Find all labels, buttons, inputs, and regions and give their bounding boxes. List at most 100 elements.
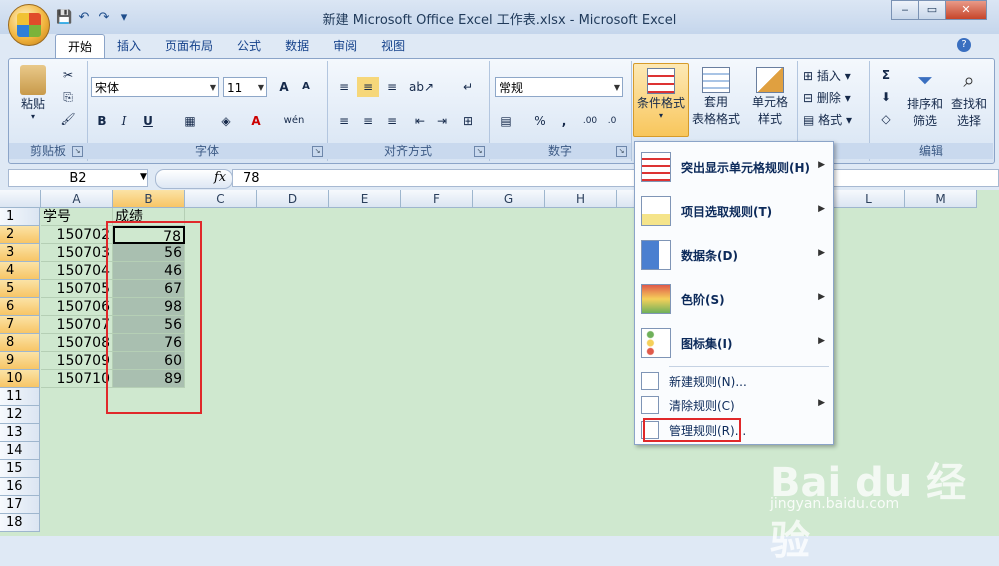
conditional-format-button[interactable]: 条件格式 ▾: [633, 63, 689, 137]
column-header[interactable]: C: [185, 190, 257, 208]
grow-font-button[interactable]: A: [273, 77, 295, 97]
row-header[interactable]: 14: [0, 442, 40, 460]
fill-icon[interactable]: ⬇: [875, 87, 897, 107]
tab-view[interactable]: 视图: [369, 34, 417, 58]
table-cell[interactable]: 150708: [41, 334, 113, 352]
column-header[interactable]: H: [545, 190, 617, 208]
tab-formulas[interactable]: 公式: [225, 34, 273, 58]
minimize-button[interactable]: ‒: [891, 0, 919, 20]
align-bottom-icon[interactable]: ≡: [381, 77, 403, 97]
row-header[interactable]: 16: [0, 478, 40, 496]
row-header[interactable]: 11: [0, 388, 40, 406]
increase-decimal-icon[interactable]: .00: [579, 111, 601, 131]
align-top-icon[interactable]: ≡: [333, 77, 355, 97]
help-icon[interactable]: ?: [957, 38, 971, 52]
name-box[interactable]: B2: [8, 169, 148, 187]
table-cell[interactable]: 150706: [41, 298, 113, 316]
align-center-icon[interactable]: ≡: [357, 111, 379, 131]
formula-input[interactable]: 78: [232, 169, 999, 187]
tab-review[interactable]: 审阅: [321, 34, 369, 58]
row-header[interactable]: 12: [0, 406, 40, 424]
dialog-launcher-icon[interactable]: ↘: [72, 146, 83, 157]
column-header[interactable]: A: [41, 190, 113, 208]
row-header[interactable]: 8: [0, 334, 40, 352]
insert-function-button[interactable]: fx: [214, 170, 226, 185]
align-right-icon[interactable]: ≡: [381, 111, 403, 131]
insert-cells-button[interactable]: ⊞ 插入 ▾: [803, 67, 851, 84]
table-cell[interactable]: 150709: [41, 352, 113, 370]
row-header[interactable]: 6: [0, 298, 40, 316]
tab-home[interactable]: 开始: [55, 34, 106, 59]
row-header[interactable]: 5: [0, 280, 40, 298]
table-cell[interactable]: 150702: [41, 226, 113, 244]
cell-a1[interactable]: 学号: [41, 208, 113, 226]
delete-cells-button[interactable]: ⊟ 删除 ▾: [803, 89, 851, 106]
row-header[interactable]: 13: [0, 424, 40, 442]
column-header[interactable]: G: [473, 190, 545, 208]
decrease-indent-icon[interactable]: ⇤: [409, 111, 431, 131]
row-header[interactable]: 1: [0, 208, 40, 226]
accounting-format-icon[interactable]: ▤: [495, 111, 517, 131]
row-header[interactable]: 4: [0, 262, 40, 280]
table-cell[interactable]: 150703: [41, 244, 113, 262]
menu-item-data-bars[interactable]: 数据条(D) ▶: [635, 238, 833, 272]
office-button[interactable]: [8, 4, 50, 46]
menu-item-top-bottom-rules[interactable]: 项目选取规则(T) ▶: [635, 194, 833, 228]
dialog-launcher-icon[interactable]: ↘: [474, 146, 485, 157]
table-cell[interactable]: 150710: [41, 370, 113, 388]
menu-item-color-scales[interactable]: 色阶(S) ▶: [635, 282, 833, 316]
table-cell[interactable]: 150707: [41, 316, 113, 334]
font-name-select[interactable]: 宋体 ▼: [91, 77, 219, 97]
column-header[interactable]: M: [905, 190, 977, 208]
row-header[interactable]: 3: [0, 244, 40, 262]
column-header[interactable]: F: [401, 190, 473, 208]
find-select-button[interactable]: ⌕ 查找和 选择: [949, 65, 989, 129]
sort-filter-button[interactable]: ⏷ 排序和 筛选: [905, 65, 945, 129]
row-header[interactable]: 18: [0, 514, 40, 532]
increase-indent-icon[interactable]: ⇥: [431, 111, 453, 131]
dialog-launcher-icon[interactable]: ↘: [312, 146, 323, 157]
paste-button[interactable]: 粘贴 ▾: [15, 65, 51, 121]
copy-icon[interactable]: ⎘: [57, 87, 79, 107]
orientation-icon[interactable]: ab↗: [409, 77, 434, 97]
column-header[interactable]: L: [833, 190, 905, 208]
underline-button[interactable]: U: [137, 111, 159, 131]
comma-button[interactable]: ,: [553, 111, 575, 131]
menu-item-highlight-rules[interactable]: 突出显示单元格规则(H) ▶: [635, 150, 833, 184]
dialog-launcher-icon[interactable]: ↘: [616, 146, 627, 157]
tab-page-layout[interactable]: 页面布局: [153, 34, 225, 58]
column-header[interactable]: D: [257, 190, 329, 208]
name-box-dropdown-icon[interactable]: ▼: [140, 172, 147, 182]
table-cell[interactable]: 150705: [41, 280, 113, 298]
cut-icon[interactable]: ✂: [57, 65, 79, 85]
cell-styles-button[interactable]: 单元格 样式: [743, 63, 797, 127]
table-cell[interactable]: 150704: [41, 262, 113, 280]
select-all-corner[interactable]: [0, 190, 41, 208]
format-cells-button[interactable]: ▤ 格式 ▾: [803, 111, 852, 128]
menu-item-clear-rules[interactable]: 清除规则(C) ▶: [635, 395, 833, 415]
tab-insert[interactable]: 插入: [105, 34, 153, 58]
font-color-button[interactable]: A: [245, 111, 267, 131]
align-middle-icon[interactable]: ≡: [357, 77, 379, 97]
row-header[interactable]: 7: [0, 316, 40, 334]
format-as-table-button[interactable]: 套用 表格格式: [689, 63, 743, 127]
row-header[interactable]: 10: [0, 370, 40, 388]
row-header[interactable]: 17: [0, 496, 40, 514]
shrink-font-button[interactable]: A: [295, 77, 317, 97]
menu-item-new-rule[interactable]: 新建规则(N)...: [635, 371, 833, 391]
format-painter-icon[interactable]: 🖌: [57, 109, 79, 129]
row-header[interactable]: 15: [0, 460, 40, 478]
wrap-text-icon[interactable]: ↵: [457, 77, 479, 97]
align-left-icon[interactable]: ≡: [333, 111, 355, 131]
fill-color-icon[interactable]: ◈: [215, 111, 237, 131]
menu-item-icon-sets[interactable]: 图标集(I) ▶: [635, 326, 833, 360]
italic-button[interactable]: I: [113, 111, 135, 131]
maximize-button[interactable]: ▭: [918, 0, 946, 20]
row-header[interactable]: 2: [0, 226, 40, 244]
clear-icon[interactable]: ◇: [875, 109, 897, 129]
row-header[interactable]: 9: [0, 352, 40, 370]
border-icon[interactable]: ▦: [179, 111, 201, 131]
autosum-button[interactable]: Σ: [875, 65, 897, 85]
tab-data[interactable]: 数据: [273, 34, 321, 58]
number-format-select[interactable]: 常规 ▼: [495, 77, 623, 97]
